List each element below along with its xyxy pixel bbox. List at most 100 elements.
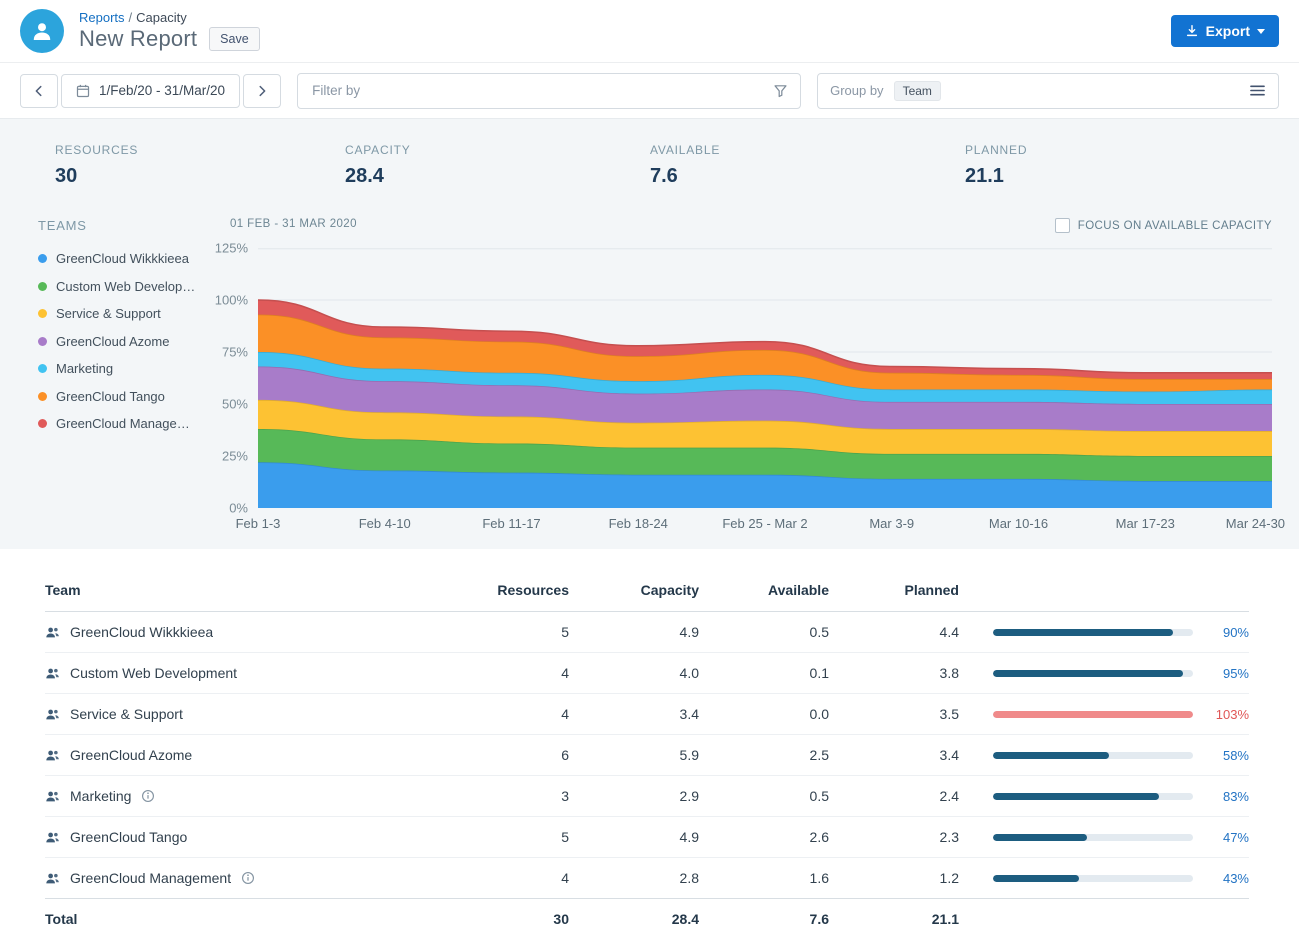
y-tick-label: 0% <box>229 502 248 515</box>
legend-dot <box>38 254 47 263</box>
x-tick-label: Feb 11-17 <box>482 516 540 531</box>
table-total-row: Total 30 28.4 7.6 21.1 <box>45 898 1249 939</box>
available-cell: 2.6 <box>699 829 829 845</box>
avatar[interactable] <box>20 9 64 53</box>
legend-label: GreenCloud Azome <box>56 334 169 349</box>
stat-value: 28.4 <box>345 165 650 188</box>
info-icon[interactable] <box>241 871 255 885</box>
breadcrumb-separator: / <box>129 10 133 25</box>
legend-dot <box>38 392 47 401</box>
team-name: GreenCloud Wikkkieea <box>70 624 213 640</box>
capacity-cell: 4.9 <box>569 829 699 845</box>
y-tick-label: 100% <box>215 294 248 307</box>
legend-label: GreenCloud Management <box>56 416 196 431</box>
summary-band: RESOURCES 30 CAPACITY 28.4 AVAILABLE 7.6… <box>0 119 1299 549</box>
utilization-bar <box>993 711 1193 718</box>
legend-item[interactable]: GreenCloud Wikkkieea <box>38 251 210 266</box>
chevron-down-icon <box>1257 29 1265 34</box>
y-tick-label: 50% <box>222 398 248 411</box>
group-by-label: Group by <box>830 83 883 98</box>
legend-dot <box>38 419 47 428</box>
table-row: Custom Web Development 4 4.0 0.1 3.8 95% <box>45 653 1249 694</box>
focus-checkbox[interactable] <box>1055 218 1070 233</box>
resources-cell: 6 <box>454 747 569 763</box>
stat-label: CAPACITY <box>345 143 650 157</box>
x-tick-label: Mar 3-9 <box>869 516 914 531</box>
table-row: GreenCloud Management 4 2.8 1.6 1.2 43% <box>45 858 1249 899</box>
available-cell: 0.0 <box>699 706 829 722</box>
stat-label: PLANNED <box>965 143 1299 157</box>
team-name: Service & Support <box>70 706 183 722</box>
y-tick-label: 125% <box>215 242 248 255</box>
chevron-right-icon <box>255 84 269 98</box>
y-axis: 0%25%50%75%100%125% <box>210 248 258 508</box>
legend-item[interactable]: Marketing <box>38 361 210 376</box>
stat-value: 21.1 <box>965 165 1299 188</box>
legend-label: Marketing <box>56 361 113 376</box>
chevron-left-icon <box>32 84 46 98</box>
legend-item[interactable]: Service & Support <box>38 306 210 321</box>
available-cell: 1.6 <box>699 870 829 886</box>
utilization-percent: 47% <box>1193 830 1249 845</box>
breadcrumb-link-reports[interactable]: Reports <box>79 10 125 25</box>
export-button[interactable]: Export <box>1171 15 1279 47</box>
capacity-cell: 2.8 <box>569 870 699 886</box>
capacity-area-chart <box>258 248 1272 508</box>
header-resources: Resources <box>454 582 569 598</box>
focus-available-toggle[interactable]: FOCUS ON AVAILABLE CAPACITY <box>1055 218 1272 233</box>
app-header: Reports/Capacity New Report Save Export <box>0 0 1299 63</box>
chart-plot <box>258 248 1272 508</box>
utilization-bar <box>993 834 1193 841</box>
stat-value: 30 <box>55 165 345 188</box>
total-available: 7.6 <box>699 911 829 927</box>
legend-item[interactable]: GreenCloud Management <box>38 416 210 431</box>
capacity-cell: 5.9 <box>569 747 699 763</box>
group-by-chip[interactable]: Team <box>894 81 941 101</box>
filter-icon[interactable] <box>773 83 788 98</box>
report-toolbar: 1/Feb/20 - 31/Mar/20 Group by Team <box>0 63 1299 119</box>
planned-cell: 3.8 <box>829 665 959 681</box>
total-capacity: 28.4 <box>569 911 699 927</box>
next-period-button[interactable] <box>243 74 281 108</box>
legend-item[interactable]: GreenCloud Tango <box>38 389 210 404</box>
table-row: GreenCloud Azome 6 5.9 2.5 3.4 58% <box>45 735 1249 776</box>
stat-label: AVAILABLE <box>650 143 965 157</box>
chart-section: TEAMS GreenCloud Wikkkieea Custom Web De… <box>0 188 1299 534</box>
team-icon <box>45 830 60 845</box>
legend-dot <box>38 309 47 318</box>
prev-period-button[interactable] <box>20 74 58 108</box>
legend-item[interactable]: GreenCloud Azome <box>38 334 210 349</box>
date-range-button[interactable]: 1/Feb/20 - 31/Mar/20 <box>61 74 240 108</box>
legend-dot <box>38 337 47 346</box>
x-tick-label: Mar 10-16 <box>989 516 1048 531</box>
resources-cell: 4 <box>454 870 569 886</box>
team-name: GreenCloud Azome <box>70 747 192 763</box>
filter-field <box>297 73 801 109</box>
resources-cell: 3 <box>454 788 569 804</box>
planned-cell: 2.4 <box>829 788 959 804</box>
team-icon <box>45 748 60 763</box>
table-header-row: Team Resources Capacity Available Planne… <box>45 569 1249 612</box>
legend-label: Service & Support <box>56 306 161 321</box>
utilization-bar <box>993 629 1193 636</box>
available-cell: 0.5 <box>699 624 829 640</box>
table-row: GreenCloud Wikkkieea 5 4.9 0.5 4.4 90% <box>45 612 1249 653</box>
planned-cell: 2.3 <box>829 829 959 845</box>
save-button[interactable]: Save <box>209 27 260 51</box>
focus-label: FOCUS ON AVAILABLE CAPACITY <box>1078 220 1272 232</box>
menu-icon[interactable] <box>1249 83 1266 98</box>
x-tick-label: Feb 1-3 <box>236 516 281 531</box>
header-available: Available <box>699 582 829 598</box>
capacity-cell: 3.4 <box>569 706 699 722</box>
stat-resources: RESOURCES 30 <box>55 143 345 188</box>
legend-item[interactable]: Custom Web Development <box>38 279 210 294</box>
resources-cell: 4 <box>454 665 569 681</box>
planned-cell: 4.4 <box>829 624 959 640</box>
utilization-percent: 95% <box>1193 666 1249 681</box>
filter-input[interactable] <box>310 82 773 99</box>
total-label: Total <box>45 911 454 927</box>
utilization-percent: 43% <box>1193 871 1249 886</box>
info-icon[interactable] <box>141 789 155 803</box>
team-icon <box>45 707 60 722</box>
utilization-bar <box>993 875 1193 882</box>
